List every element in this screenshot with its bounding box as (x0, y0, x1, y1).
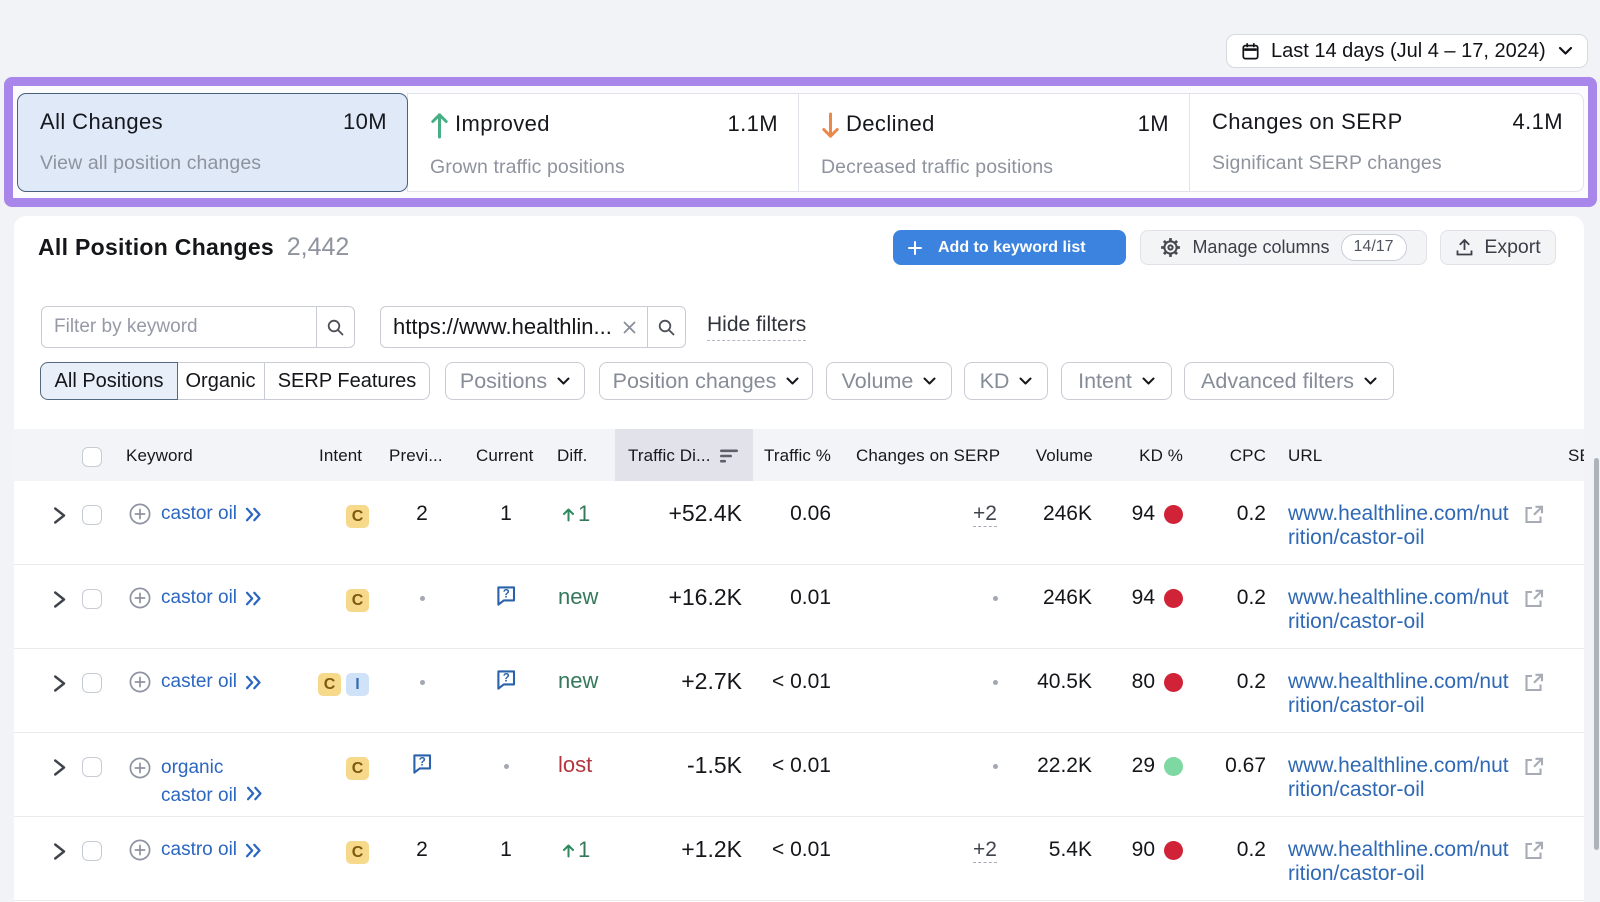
svg-text:?: ? (503, 673, 510, 685)
svg-text:?: ? (503, 589, 510, 601)
svg-text:?: ? (419, 757, 426, 769)
